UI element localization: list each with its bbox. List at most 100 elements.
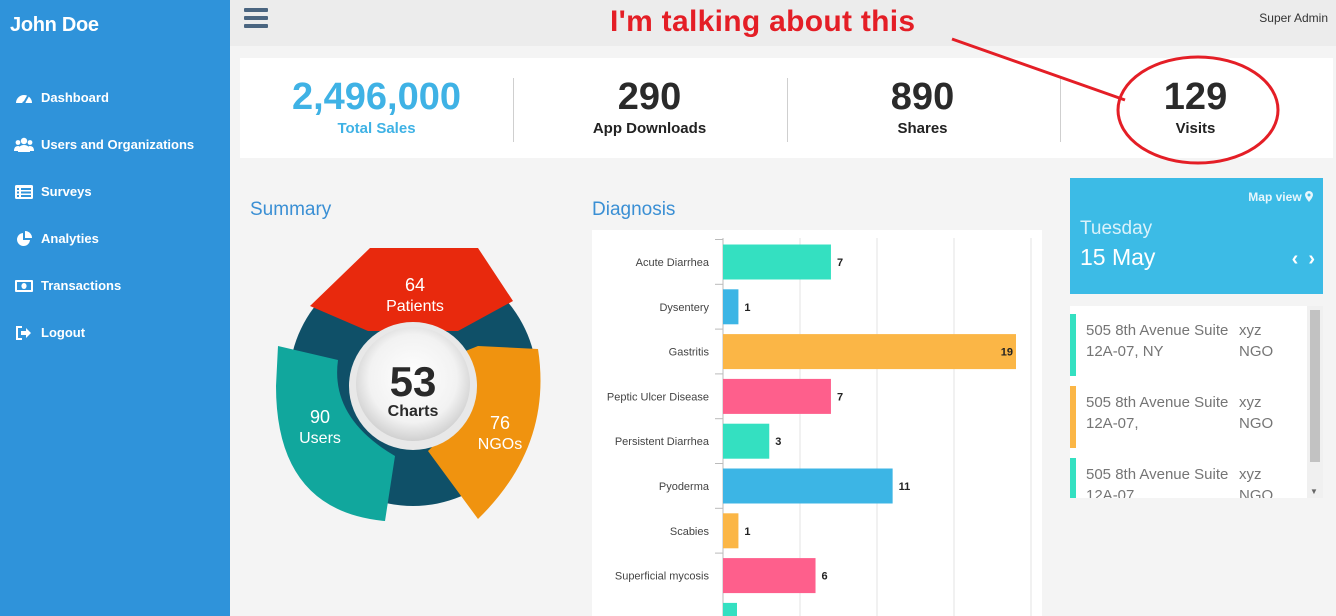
calendar-nav: ‹ › xyxy=(1282,248,1315,271)
scroll-down-icon[interactable]: ▼ xyxy=(1310,487,1318,496)
calendar-widget: Map view Tuesday 15 May ‹ › xyxy=(1070,178,1323,294)
bar-acute-diarrhea xyxy=(723,244,831,280)
hamburger-menu-icon[interactable] xyxy=(244,8,268,28)
category-label: Pyoderma xyxy=(659,481,710,493)
list-item-color-bar xyxy=(1070,386,1076,448)
bar-value-label: 1 xyxy=(744,526,750,538)
segment-label: Users xyxy=(299,430,341,447)
bar-value-label: 6 xyxy=(822,571,828,583)
sidebar-item-label: Analyties xyxy=(41,231,99,246)
summary-title: Summary xyxy=(250,199,332,220)
segment-value: 90 xyxy=(310,407,330,427)
stat-value: 129 xyxy=(1163,76,1228,118)
donut-center-label: Charts xyxy=(388,403,439,420)
money-icon xyxy=(14,278,34,294)
stat-label: Visits xyxy=(1175,120,1216,137)
top-bar: I'm talking about this Super Admin xyxy=(230,0,1336,46)
scrollbar-thumb[interactable] xyxy=(1310,310,1320,462)
sidebar-item-analyties[interactable]: Analyties xyxy=(0,215,230,262)
category-label: Dysentery xyxy=(659,302,709,314)
bar-persistent-diarrhea xyxy=(723,423,770,459)
map-view-link[interactable]: Map view xyxy=(1248,190,1313,204)
category-label: Persistent Diarrhea xyxy=(615,436,710,448)
map-marker-icon xyxy=(1305,191,1313,202)
list-item-org: xyz NGO xyxy=(1239,322,1274,360)
bar-value-label: 19 xyxy=(1001,347,1013,359)
list-item[interactable]: 505 8th Avenue Suite 12A-07, NY xyz NGO xyxy=(1070,314,1307,376)
dashboard-icon xyxy=(14,90,34,106)
sidebar-item-transactions[interactable]: Transactions xyxy=(0,262,230,309)
bar-gastritis xyxy=(723,334,1016,370)
list-item-org: xyz NGO xyxy=(1239,394,1274,432)
segment-label: Patients xyxy=(386,298,444,315)
diagnosis-chart: Acute Diarrhea 7 Dysentery 1 Gastritis 19 Pept… xyxy=(592,230,1042,616)
stat-shares: 890 Shares xyxy=(786,58,1059,158)
donut-center-value: 53 xyxy=(390,358,437,405)
bar-dysentery xyxy=(723,289,739,325)
list-item-address: 505 8th Avenue Suite 12A-07, xyxy=(1086,466,1229,498)
sidebar-item-dashboard[interactable]: Dashboard xyxy=(0,74,230,121)
users-icon xyxy=(14,137,34,153)
bar-superficial-mycosis xyxy=(723,558,816,594)
summary-donut-chart: 53 Charts 64 Patients 76 NGOs 90 Users xyxy=(276,248,541,521)
stat-total-sales: 2,496,000 Total Sales xyxy=(240,58,513,158)
segment-value: 76 xyxy=(490,413,510,433)
segment-value: 64 xyxy=(405,275,425,295)
category-label: Peptic Ulcer Disease xyxy=(607,391,709,403)
sidebar: John Doe Dashboard Users and Organizatio… xyxy=(0,0,230,616)
chevron-right-icon[interactable]: › xyxy=(1308,248,1315,271)
chevron-left-icon[interactable]: ‹ xyxy=(1292,248,1299,271)
sidebar-item-label: Dashboard xyxy=(41,90,109,105)
map-view-label: Map view xyxy=(1248,190,1302,204)
stat-app-downloads: 290 App Downloads xyxy=(513,58,786,158)
bar-value-label: 7 xyxy=(837,257,843,269)
sign-out-icon xyxy=(14,325,34,341)
sidebar-item-surveys[interactable]: Surveys xyxy=(0,168,230,215)
stats-strip: 2,496,000 Total Sales 290 App Downloads … xyxy=(240,58,1333,158)
stat-label: Shares xyxy=(897,120,948,137)
category-label: Acute Diarrhea xyxy=(636,257,710,269)
list-icon xyxy=(14,184,34,200)
sidebar-item-label: Users and Organizations xyxy=(41,137,195,152)
sidebar-item-label: Transactions xyxy=(41,278,122,293)
sidebar-item-label: Surveys xyxy=(41,184,92,199)
bar-partial-next xyxy=(723,602,737,616)
list-item[interactable]: 505 8th Avenue Suite 12A-07, xyz NGO xyxy=(1070,386,1307,448)
stat-label: Total Sales xyxy=(337,120,416,137)
sidebar-nav: Dashboard Users and Organizations Survey… xyxy=(0,74,230,356)
stat-value: 2,496,000 xyxy=(291,76,462,118)
user-name: John Doe xyxy=(10,14,99,36)
pie-chart-icon xyxy=(14,230,34,247)
bar-pyoderma xyxy=(723,468,893,504)
user-role[interactable]: Super Admin xyxy=(1259,11,1328,25)
annotation-text: I'm talking about this xyxy=(610,5,916,38)
bar-value-label: 11 xyxy=(899,481,911,493)
category-label: Gastritis xyxy=(669,347,710,359)
sidebar-item-users-and-organizations[interactable]: Users and Organizations xyxy=(0,121,230,168)
bar-value-label: 3 xyxy=(775,436,781,448)
bar-peptic-ulcer-disease xyxy=(723,378,831,414)
stat-value: 290 xyxy=(617,76,682,118)
stat-value: 890 xyxy=(890,76,955,118)
event-list: 505 8th Avenue Suite 12A-07, NY xyz NGO … xyxy=(1070,306,1323,498)
sidebar-item-label: Logout xyxy=(41,325,86,340)
list-item[interactable]: 505 8th Avenue Suite 12A-07, xyz NGO xyxy=(1070,458,1307,498)
stat-label: App Downloads xyxy=(592,120,707,137)
list-item-org: xyz NGO xyxy=(1239,466,1274,498)
category-label: Superficial mycosis xyxy=(615,571,710,583)
diagnosis-title: Diagnosis xyxy=(592,199,676,220)
list-scrollbar[interactable]: ▼ xyxy=(1307,306,1323,498)
bar-value-label: 1 xyxy=(744,302,750,314)
segment-label: NGOs xyxy=(478,436,522,453)
list-item-color-bar xyxy=(1070,458,1076,498)
sidebar-item-logout[interactable]: Logout xyxy=(0,309,230,356)
diagnosis-bar-chart: Acute Diarrhea 7 Dysentery 1 Gastritis 19 Pept… xyxy=(607,238,1032,616)
list-item-color-bar xyxy=(1070,314,1076,376)
bar-value-label: 7 xyxy=(837,391,843,403)
list-item-address: 505 8th Avenue Suite 12A-07, NY xyxy=(1086,322,1229,360)
bar-scabies xyxy=(723,513,739,549)
stat-visits: 129 Visits xyxy=(1059,58,1332,158)
calendar-day: Tuesday xyxy=(1080,218,1153,239)
list-item-address: 505 8th Avenue Suite 12A-07, xyxy=(1086,394,1229,432)
category-label: Scabies xyxy=(670,526,710,538)
